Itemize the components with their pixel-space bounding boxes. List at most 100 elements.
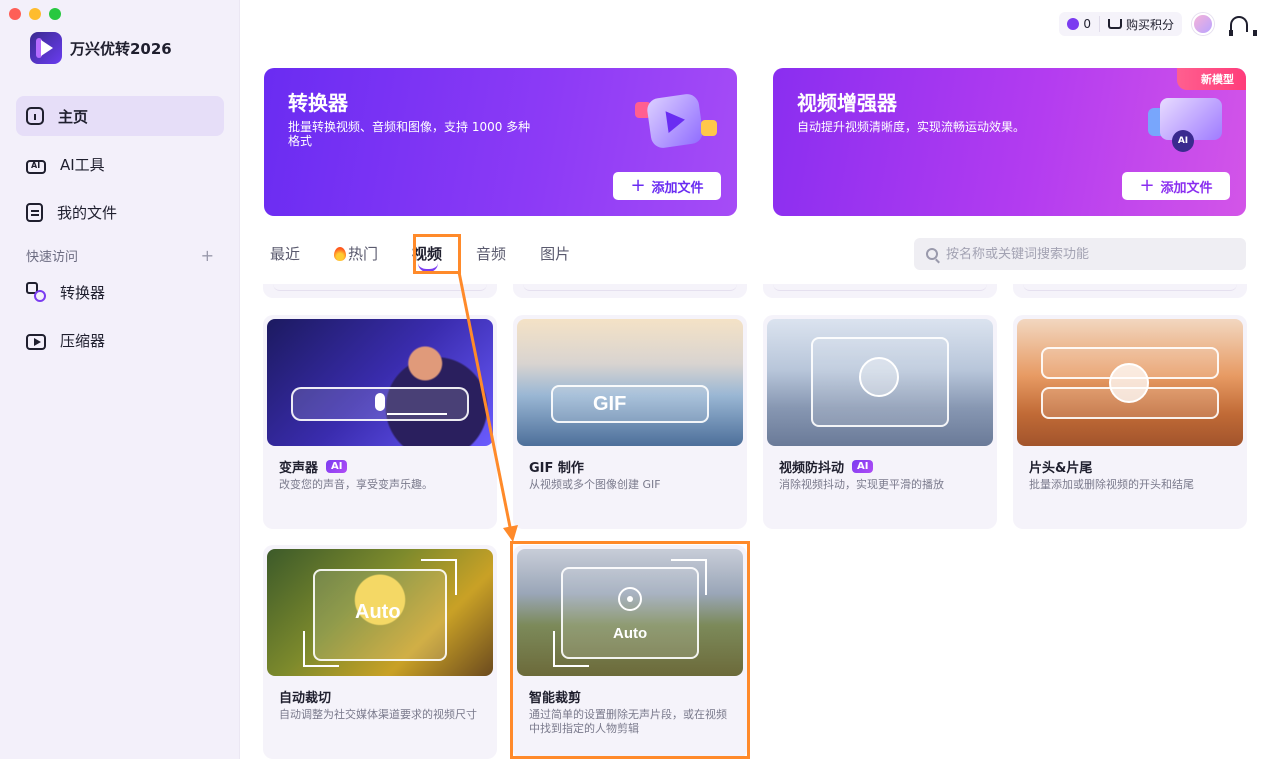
- card-desc: 消除视频抖动，实现更平滑的播放: [779, 478, 944, 491]
- minimize-window-button[interactable]: [29, 8, 41, 20]
- card-desc: 自动调整为社交媒体渠道要求的视频尺寸: [279, 708, 477, 721]
- sidebar-item-label: 主页: [58, 107, 89, 126]
- search-box[interactable]: [914, 238, 1246, 270]
- file-icon: [26, 202, 43, 222]
- app-logo-icon: [30, 32, 62, 64]
- card-stub: [263, 284, 497, 298]
- sidebar-item-my-files[interactable]: 我的文件: [16, 192, 224, 232]
- close-window-button[interactable]: [9, 8, 21, 20]
- window-controls: [9, 8, 61, 20]
- compressor-icon: [26, 334, 46, 350]
- card-stub: [763, 284, 997, 298]
- buy-points-label: 购买积分: [1125, 17, 1174, 32]
- tab-audio[interactable]: 音频: [476, 243, 506, 264]
- points-value: 0: [1083, 17, 1091, 31]
- scissors-icon: [1109, 363, 1149, 403]
- microphone-icon: [375, 393, 385, 411]
- card-title: 视频防抖动 AI: [779, 457, 874, 476]
- tab-hot[interactable]: 热门: [334, 243, 378, 264]
- card-title-text: GIF 制作: [529, 461, 584, 476]
- quick-access-header: 快速访问 +: [26, 246, 214, 265]
- card-stub: [513, 284, 747, 298]
- crop-corner-icon: [303, 631, 339, 667]
- auto-crop-card[interactable]: Auto 自动裁切 自动调整为社交媒体渠道要求的视频尺寸: [263, 545, 497, 759]
- video-stabilization-card[interactable]: 视频防抖动 AI 消除视频抖动，实现更平滑的播放: [763, 315, 997, 529]
- gif-frame: [551, 385, 709, 423]
- sidebar-item-label: AI工具: [60, 155, 105, 174]
- search-input[interactable]: [946, 246, 1226, 262]
- auto-crop-thumbnail: Auto: [267, 549, 493, 676]
- app-name: 万兴优转2026: [70, 39, 172, 58]
- card-desc: 从视频或多个图像创建 GIF: [529, 478, 661, 491]
- ai-badge: AI: [852, 460, 874, 473]
- crop-corner-icon: [421, 559, 457, 595]
- buy-points-button[interactable]: 购买积分: [1100, 16, 1182, 33]
- card-highlight-box: [510, 541, 750, 759]
- converter-icon: [26, 282, 46, 302]
- enhancer-illustration-icon: AI: [1142, 94, 1232, 164]
- video-enhancer-banner[interactable]: 新模型 视频增强器 自动提升视频清晰度，实现流畅运动效果。 AI + 添加文件: [773, 68, 1246, 216]
- banner-desc: 批量转换视频、音频和图像，支持 1000 多种格式: [288, 120, 531, 148]
- plus-icon: +: [630, 175, 646, 196]
- camera-icon: [859, 357, 899, 397]
- converter-banner[interactable]: 转换器 批量转换视频、音频和图像，支持 1000 多种格式 + 添加文件: [264, 68, 737, 216]
- search-icon: [926, 248, 938, 260]
- card-title-text: 变声器: [279, 461, 319, 476]
- sidebar-item-label: 我的文件: [57, 203, 118, 222]
- ai-badge: AI: [326, 460, 348, 473]
- card-title-text: 自动裁切: [279, 691, 332, 706]
- sidebar-item-converter[interactable]: 转换器: [16, 272, 224, 312]
- card-desc: 改变您的声音，享受变声乐趣。: [279, 478, 433, 491]
- sidebar: 万兴优转2026 主页 AI工具 我的文件 快速访问 + 转换器 压缩器: [0, 0, 240, 759]
- top-bar: 0 购买积分: [1059, 12, 1257, 36]
- quick-access-label: 快速访问: [26, 250, 79, 265]
- card-desc: 批量添加或删除视频的开头和结尾: [1029, 478, 1194, 491]
- tab-recent[interactable]: 最近: [270, 243, 300, 264]
- add-file-label: 添加文件: [651, 180, 704, 196]
- card-title: 片头&片尾: [1029, 457, 1092, 476]
- intro-outro-card[interactable]: 片头&片尾 批量添加或删除视频的开头和结尾: [1013, 315, 1247, 529]
- sidebar-item-label: 转换器: [60, 283, 106, 302]
- add-file-label: 添加文件: [1160, 180, 1213, 196]
- add-file-button[interactable]: + 添加文件: [1122, 172, 1230, 200]
- banner-desc: 自动提升视频清晰度，实现流畅运动效果。: [797, 120, 1026, 134]
- tab-highlight-box: [413, 234, 461, 274]
- sound-wave-icon: [387, 401, 447, 415]
- plus-icon: +: [1139, 175, 1155, 196]
- points-balance[interactable]: 0: [1059, 16, 1100, 32]
- card-title: 自动裁切: [279, 687, 331, 706]
- card-stub: [1013, 284, 1247, 298]
- add-file-button[interactable]: + 添加文件: [613, 172, 721, 200]
- card-title-text: 视频防抖动: [779, 461, 845, 476]
- sidebar-item-compressor[interactable]: 压缩器: [16, 320, 224, 360]
- avatar[interactable]: [1192, 13, 1214, 35]
- ai-tools-icon: [26, 160, 46, 174]
- card-title: 变声器 AI: [279, 457, 348, 476]
- video-stabilization-thumbnail: [767, 319, 993, 446]
- sidebar-item-label: 压缩器: [60, 331, 106, 350]
- new-model-badge: 新模型: [1177, 68, 1246, 90]
- add-quick-access-icon[interactable]: +: [201, 246, 214, 265]
- tab-image[interactable]: 图片: [540, 243, 570, 264]
- auto-overlay-text: Auto: [355, 601, 401, 623]
- converter-illustration-icon: [631, 88, 721, 158]
- coin-icon: [1067, 18, 1080, 30]
- support-headset-icon[interactable]: [1229, 16, 1257, 36]
- voice-changer-card[interactable]: 变声器 AI 改变您的声音，享受变声乐趣。: [263, 315, 497, 529]
- flame-icon: [334, 246, 347, 261]
- sidebar-item-ai-tools[interactable]: AI工具: [16, 144, 224, 184]
- card-title-text: 片头&片尾: [1029, 461, 1093, 476]
- sidebar-item-home[interactable]: 主页: [16, 96, 224, 136]
- cart-icon: [1107, 19, 1122, 29]
- zoom-window-button[interactable]: [49, 8, 61, 20]
- points-panel: 0 购买积分: [1059, 12, 1182, 36]
- card-title: GIF 制作: [529, 457, 584, 476]
- app-logo: 万兴优转2026: [30, 32, 172, 64]
- tab-hot-label: 热门: [348, 245, 379, 263]
- gif-overlay-text: GIF: [593, 393, 627, 415]
- gif-maker-thumbnail: GIF: [517, 319, 743, 446]
- intro-outro-thumbnail: [1017, 319, 1243, 446]
- voice-changer-thumbnail: [267, 319, 493, 446]
- home-icon: [26, 107, 44, 125]
- gif-maker-card[interactable]: GIF GIF 制作 从视频或多个图像创建 GIF: [513, 315, 747, 529]
